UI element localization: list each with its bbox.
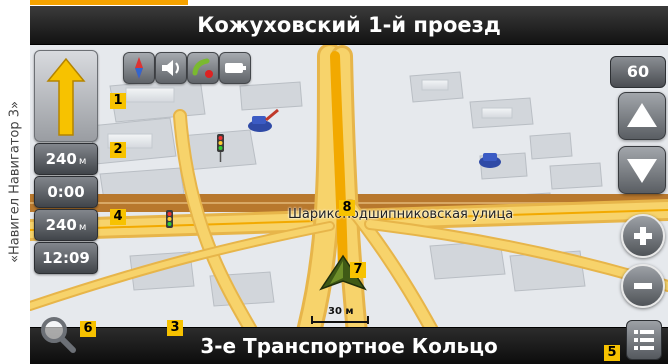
battery-icon[interactable] — [219, 52, 251, 84]
turn-distance-unit: м — [78, 156, 87, 167]
current-street-bar: Кожуховский 1-й проезд — [30, 6, 668, 45]
marker-4: 4 — [110, 209, 126, 225]
list-menu-icon — [634, 330, 654, 350]
navigator-screen: Кожуховский 1-й проезд 3-е Транспортное … — [30, 6, 668, 364]
zoom-in-button[interactable] — [621, 214, 665, 258]
menu-button[interactable] — [626, 320, 662, 360]
plus-icon — [634, 227, 652, 245]
speaker-icon[interactable] — [155, 52, 187, 84]
marker-6: 6 — [80, 321, 96, 337]
remaining-distance-unit: м — [78, 222, 87, 233]
scroll-up-button[interactable] — [618, 92, 666, 140]
road-label: Шарикоподшипниковская улица — [288, 207, 514, 222]
remaining-distance: 240 м — [34, 209, 98, 241]
triangle-up-icon — [627, 103, 657, 127]
side-caption-panel: «Навигел Навигатор 3» — [0, 0, 30, 364]
scale-label: 30 м — [328, 306, 354, 317]
compass-icon[interactable] — [123, 52, 155, 84]
turn-indicator[interactable] — [34, 50, 98, 142]
minus-icon — [634, 283, 652, 289]
speed-limit: 60 — [610, 56, 666, 88]
scroll-down-button[interactable] — [618, 146, 666, 194]
marker-7: 7 — [350, 262, 366, 278]
search-button[interactable] — [36, 312, 78, 356]
turn-distance: 240 м — [34, 143, 98, 175]
triangle-down-icon — [627, 159, 657, 183]
gps-satellite-icon[interactable] — [187, 52, 219, 84]
marker-8: 8 — [339, 200, 355, 216]
turn-distance-value: 240 — [45, 150, 77, 168]
side-caption: «Навигел Навигатор 3» — [7, 101, 23, 263]
traffic-light-icon-2 — [166, 210, 173, 228]
zoom-out-button[interactable] — [621, 264, 665, 308]
remaining-distance-value: 240 — [45, 216, 77, 234]
time-remaining: 0:00 — [34, 176, 98, 208]
clock: 12:09 — [34, 242, 98, 274]
marker-3: 3 — [167, 320, 183, 336]
marker-1: 1 — [110, 93, 126, 109]
magnifier-icon — [41, 317, 76, 353]
marker-2: 2 — [110, 142, 126, 158]
next-street-bar: 3-е Транспортное Кольцо — [30, 327, 668, 364]
straight-arrow-icon — [46, 57, 86, 136]
marker-5: 5 — [604, 345, 620, 361]
top-accent-bar — [30, 0, 188, 5]
